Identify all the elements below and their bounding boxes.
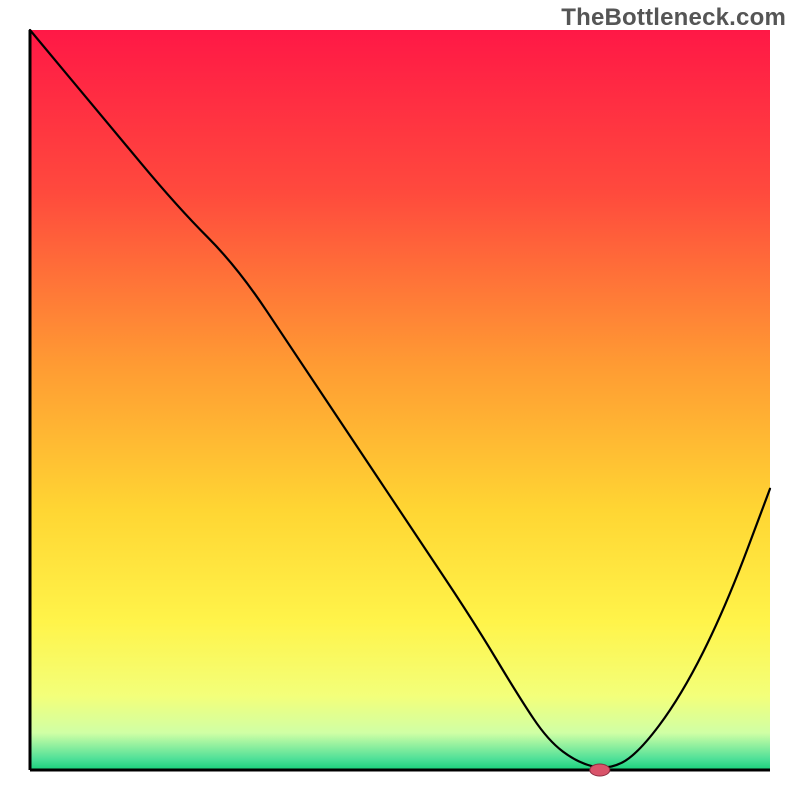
chart-background xyxy=(30,30,770,770)
watermark-text: TheBottleneck.com xyxy=(561,4,786,32)
bottleneck-chart xyxy=(0,0,800,800)
optimum-marker xyxy=(590,764,610,776)
